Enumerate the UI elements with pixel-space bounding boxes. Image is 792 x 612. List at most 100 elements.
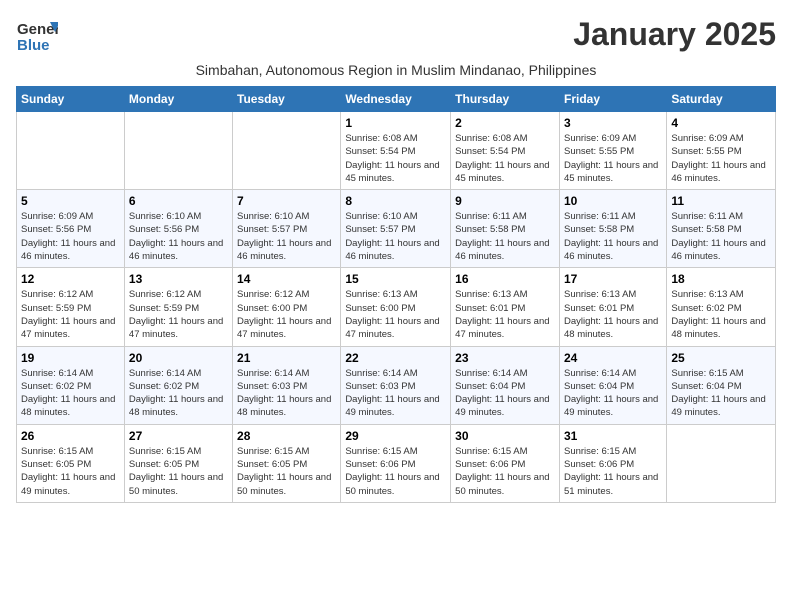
day-info: Sunrise: 6:15 AM Sunset: 6:06 PM Dayligh… <box>455 445 555 498</box>
calendar-cell: 15 Sunrise: 6:13 AM Sunset: 6:00 PM Dayli… <box>341 268 451 346</box>
day-info: Sunrise: 6:09 AM Sunset: 5:55 PM Dayligh… <box>564 132 662 185</box>
calendar-cell: 17 Sunrise: 6:13 AM Sunset: 6:01 PM Dayli… <box>559 268 666 346</box>
day-info: Sunrise: 6:09 AM Sunset: 5:56 PM Dayligh… <box>21 210 120 263</box>
calendar-cell: 19 Sunrise: 6:14 AM Sunset: 6:02 PM Dayli… <box>17 346 125 424</box>
calendar-cell: 24 Sunrise: 6:14 AM Sunset: 6:04 PM Dayli… <box>559 346 666 424</box>
day-info: Sunrise: 6:14 AM Sunset: 6:03 PM Dayligh… <box>237 367 336 420</box>
day-header-friday: Friday <box>559 87 666 112</box>
calendar-cell <box>233 112 341 190</box>
day-info: Sunrise: 6:15 AM Sunset: 6:04 PM Dayligh… <box>671 367 771 420</box>
day-number: 17 <box>564 272 662 286</box>
day-info: Sunrise: 6:13 AM Sunset: 6:01 PM Dayligh… <box>455 288 555 341</box>
day-number: 24 <box>564 351 662 365</box>
day-info: Sunrise: 6:14 AM Sunset: 6:02 PM Dayligh… <box>21 367 120 420</box>
day-number: 20 <box>129 351 228 365</box>
day-number: 27 <box>129 429 228 443</box>
calendar-cell <box>124 112 232 190</box>
calendar-cell: 11Sunrise: 6:11 AM Sunset: 5:58 PM Dayli… <box>667 190 776 268</box>
day-header-wednesday: Wednesday <box>341 87 451 112</box>
logo: General Blue <box>16 16 58 58</box>
day-info: Sunrise: 6:13 AM Sunset: 6:02 PM Dayligh… <box>671 288 771 341</box>
calendar-cell: 10Sunrise: 6:11 AM Sunset: 5:58 PM Dayli… <box>559 190 666 268</box>
day-number: 19 <box>21 351 120 365</box>
calendar-cell: 1Sunrise: 6:08 AM Sunset: 5:54 PM Daylig… <box>341 112 451 190</box>
calendar-cell: 26 Sunrise: 6:15 AM Sunset: 6:05 PM Dayli… <box>17 424 125 502</box>
day-info: Sunrise: 6:13 AM Sunset: 6:01 PM Dayligh… <box>564 288 662 341</box>
day-number: 22 <box>345 351 446 365</box>
day-number: 16 <box>455 272 555 286</box>
calendar-cell: 2Sunrise: 6:08 AM Sunset: 5:54 PM Daylig… <box>451 112 560 190</box>
day-header-tuesday: Tuesday <box>233 87 341 112</box>
day-header-saturday: Saturday <box>667 87 776 112</box>
day-info: Sunrise: 6:14 AM Sunset: 6:03 PM Dayligh… <box>345 367 446 420</box>
day-number: 25 <box>671 351 771 365</box>
day-info: Sunrise: 6:11 AM Sunset: 5:58 PM Dayligh… <box>564 210 662 263</box>
calendar-cell: 30Sunrise: 6:15 AM Sunset: 6:06 PM Dayli… <box>451 424 560 502</box>
calendar-cell: 23Sunrise: 6:14 AM Sunset: 6:04 PM Dayli… <box>451 346 560 424</box>
calendar-cell: 31 Sunrise: 6:15 AM Sunset: 6:06 PM Dayli… <box>559 424 666 502</box>
day-number: 12 <box>21 272 120 286</box>
day-number: 11 <box>671 194 771 208</box>
calendar-cell: 13 Sunrise: 6:12 AM Sunset: 5:59 PM Dayli… <box>124 268 232 346</box>
logo-icon: General Blue <box>16 16 58 58</box>
day-number: 13 <box>129 272 228 286</box>
calendar-cell: 18Sunrise: 6:13 AM Sunset: 6:02 PM Dayli… <box>667 268 776 346</box>
svg-text:Blue: Blue <box>17 37 50 54</box>
day-info: Sunrise: 6:12 AM Sunset: 5:59 PM Dayligh… <box>129 288 228 341</box>
day-info: Sunrise: 6:15 AM Sunset: 6:06 PM Dayligh… <box>345 445 446 498</box>
week-row-2: 5Sunrise: 6:09 AM Sunset: 5:56 PM Daylig… <box>17 190 776 268</box>
calendar-table: SundayMondayTuesdayWednesdayThursdayFrid… <box>16 86 776 503</box>
day-info: Sunrise: 6:12 AM Sunset: 5:59 PM Dayligh… <box>21 288 120 341</box>
page-header: General Blue January 2025 <box>16 16 776 58</box>
day-info: Sunrise: 6:15 AM Sunset: 6:05 PM Dayligh… <box>237 445 336 498</box>
calendar-cell: 22 Sunrise: 6:14 AM Sunset: 6:03 PM Dayli… <box>341 346 451 424</box>
day-info: Sunrise: 6:13 AM Sunset: 6:00 PM Dayligh… <box>345 288 446 341</box>
day-number: 15 <box>345 272 446 286</box>
day-info: Sunrise: 6:15 AM Sunset: 6:05 PM Dayligh… <box>129 445 228 498</box>
day-number: 3 <box>564 116 662 130</box>
calendar-cell: 20 Sunrise: 6:14 AM Sunset: 6:02 PM Dayli… <box>124 346 232 424</box>
calendar-cell: 9 Sunrise: 6:11 AM Sunset: 5:58 PM Daylig… <box>451 190 560 268</box>
day-header-row: SundayMondayTuesdayWednesdayThursdayFrid… <box>17 87 776 112</box>
day-header-thursday: Thursday <box>451 87 560 112</box>
day-number: 28 <box>237 429 336 443</box>
day-number: 29 <box>345 429 446 443</box>
calendar-cell: 3 Sunrise: 6:09 AM Sunset: 5:55 PM Daylig… <box>559 112 666 190</box>
calendar-cell: 8 Sunrise: 6:10 AM Sunset: 5:57 PM Daylig… <box>341 190 451 268</box>
day-info: Sunrise: 6:14 AM Sunset: 6:02 PM Dayligh… <box>129 367 228 420</box>
day-info: Sunrise: 6:09 AM Sunset: 5:55 PM Dayligh… <box>671 132 771 185</box>
day-number: 23 <box>455 351 555 365</box>
day-info: Sunrise: 6:10 AM Sunset: 5:57 PM Dayligh… <box>345 210 446 263</box>
calendar-cell: 27 Sunrise: 6:15 AM Sunset: 6:05 PM Dayli… <box>124 424 232 502</box>
day-header-monday: Monday <box>124 87 232 112</box>
day-info: Sunrise: 6:14 AM Sunset: 6:04 PM Dayligh… <box>564 367 662 420</box>
day-number: 14 <box>237 272 336 286</box>
calendar-cell: 16 Sunrise: 6:13 AM Sunset: 6:01 PM Dayli… <box>451 268 560 346</box>
calendar-cell: 29 Sunrise: 6:15 AM Sunset: 6:06 PM Dayli… <box>341 424 451 502</box>
day-header-sunday: Sunday <box>17 87 125 112</box>
day-number: 4 <box>671 116 771 130</box>
day-number: 26 <box>21 429 120 443</box>
day-info: Sunrise: 6:10 AM Sunset: 5:57 PM Dayligh… <box>237 210 336 263</box>
week-row-3: 12 Sunrise: 6:12 AM Sunset: 5:59 PM Dayli… <box>17 268 776 346</box>
day-number: 6 <box>129 194 228 208</box>
calendar-cell: 14Sunrise: 6:12 AM Sunset: 6:00 PM Dayli… <box>233 268 341 346</box>
calendar-cell: 25 Sunrise: 6:15 AM Sunset: 6:04 PM Dayli… <box>667 346 776 424</box>
day-info: Sunrise: 6:08 AM Sunset: 5:54 PM Dayligh… <box>345 132 446 185</box>
day-number: 31 <box>564 429 662 443</box>
week-row-4: 19 Sunrise: 6:14 AM Sunset: 6:02 PM Dayli… <box>17 346 776 424</box>
month-title: January 2025 <box>573 16 776 53</box>
day-info: Sunrise: 6:15 AM Sunset: 6:05 PM Dayligh… <box>21 445 120 498</box>
calendar-cell <box>667 424 776 502</box>
calendar-cell: 4 Sunrise: 6:09 AM Sunset: 5:55 PM Daylig… <box>667 112 776 190</box>
day-info: Sunrise: 6:11 AM Sunset: 5:58 PM Dayligh… <box>455 210 555 263</box>
day-number: 8 <box>345 194 446 208</box>
day-number: 9 <box>455 194 555 208</box>
calendar-cell: 7Sunrise: 6:10 AM Sunset: 5:57 PM Daylig… <box>233 190 341 268</box>
calendar-cell: 6 Sunrise: 6:10 AM Sunset: 5:56 PM Daylig… <box>124 190 232 268</box>
calendar-cell: 12 Sunrise: 6:12 AM Sunset: 5:59 PM Dayli… <box>17 268 125 346</box>
calendar-cell: 21Sunrise: 6:14 AM Sunset: 6:03 PM Dayli… <box>233 346 341 424</box>
calendar-cell <box>17 112 125 190</box>
day-info: Sunrise: 6:10 AM Sunset: 5:56 PM Dayligh… <box>129 210 228 263</box>
day-info: Sunrise: 6:15 AM Sunset: 6:06 PM Dayligh… <box>564 445 662 498</box>
